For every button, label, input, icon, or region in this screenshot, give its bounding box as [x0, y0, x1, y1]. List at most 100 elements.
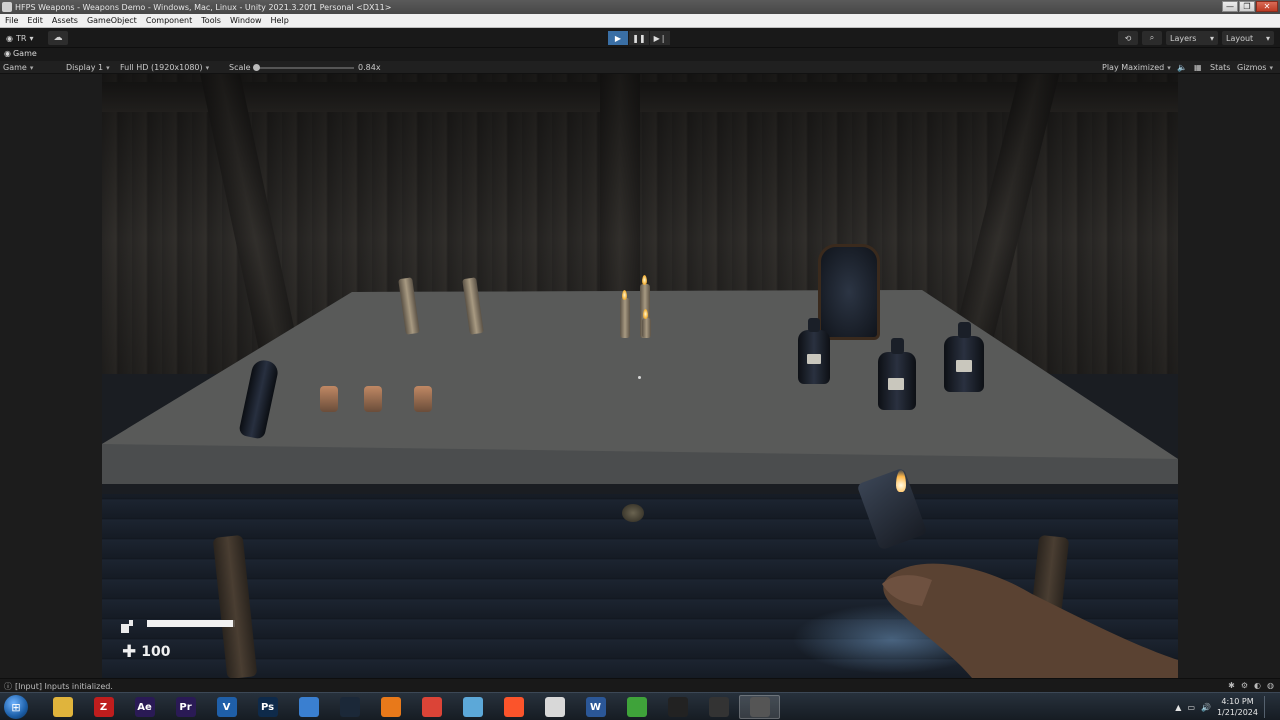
taskbar-application-2[interactable]: [534, 695, 575, 719]
status-icons: ✱ ⚙ ◐ ◍: [1228, 681, 1274, 690]
network-icon[interactable]: ▭: [1187, 703, 1195, 712]
audio-mute-icon[interactable]: 🔈: [1177, 63, 1187, 72]
windows-taskbar: ⊞ Z Ae Pr V Ps W ▲ ▭ 🔊 4:10 PM 1/21/2024: [0, 692, 1280, 720]
menu-help[interactable]: Help: [266, 16, 293, 25]
chevron-down-icon: ▾: [1209, 33, 1214, 43]
taskbar-file-explorer[interactable]: [42, 695, 83, 719]
candle-lit-3[interactable]: [642, 318, 651, 338]
bottle-label: [956, 360, 972, 372]
taskbar-unity[interactable]: [698, 695, 739, 719]
maximize-button[interactable]: ❐: [1239, 1, 1255, 12]
game-icon: ◉: [4, 49, 11, 58]
taskbar-after-effects[interactable]: Ae: [124, 695, 165, 719]
main-toolbar: ◉ TR ▾ ☁ ▶ ❚❚ ▶❘ ⟲ ⌕ Layers ▾ Layout ▾: [0, 28, 1280, 48]
play-button[interactable]: ▶: [608, 31, 628, 45]
crosshair: [638, 376, 641, 379]
lighting-icon[interactable]: ◐: [1254, 681, 1261, 690]
after-effects-icon: Ae: [134, 697, 155, 717]
taskbar-utorrent[interactable]: [616, 695, 657, 719]
bottle-1[interactable]: [798, 330, 830, 384]
search-button[interactable]: ⌕: [1142, 31, 1162, 45]
playback-controls: ▶ ❚❚ ▶❘: [608, 31, 670, 45]
candle-flame: [642, 275, 647, 285]
layout-label: Layout: [1226, 33, 1254, 43]
menu-window[interactable]: Window: [225, 16, 266, 25]
resolution-dropdown[interactable]: Full HD (1920x1080): [120, 63, 209, 72]
cork-2[interactable]: [364, 386, 382, 412]
taskbar-notes[interactable]: [452, 695, 493, 719]
minimize-button[interactable]: —: [1222, 1, 1238, 12]
taskbar-filezilla[interactable]: Z: [83, 695, 124, 719]
chevron-down-icon: ▾: [29, 33, 34, 43]
scale-value: 0.84x: [358, 63, 381, 72]
close-button[interactable]: ✕: [1256, 1, 1278, 12]
taskbar-chrome[interactable]: [411, 695, 452, 719]
pause-button[interactable]: ❚❚: [629, 31, 649, 45]
menu-bar: File Edit Assets GameObject Component To…: [0, 14, 1280, 28]
notes-icon: [462, 697, 483, 717]
brave-icon: [503, 697, 524, 717]
taskbar-premiere-pro[interactable]: Pr: [165, 695, 206, 719]
bottle-neck: [891, 338, 904, 354]
cork-1[interactable]: [320, 386, 338, 412]
game-view-toolbar: Game Display 1 Full HD (1920x1080) Scale…: [0, 61, 1280, 74]
layers-dropdown[interactable]: Layers ▾: [1166, 31, 1218, 45]
clock-time: 4:10 PM: [1221, 697, 1254, 706]
cloud-icon: ☁: [53, 33, 63, 43]
visual-studio-icon: V: [216, 697, 237, 717]
volume-icon[interactable]: 🔊: [1201, 703, 1211, 712]
cloud-button[interactable]: ☁: [48, 31, 68, 45]
bottle-3[interactable]: [944, 336, 984, 392]
step-button[interactable]: ▶❘: [650, 31, 670, 45]
show-desktop-button[interactable]: [1264, 696, 1272, 718]
show-hidden-icons-icon[interactable]: ▲: [1175, 703, 1181, 712]
start-button[interactable]: ⊞: [4, 695, 28, 719]
taskbar-steam[interactable]: [329, 695, 370, 719]
display-dropdown[interactable]: Display 1: [66, 63, 110, 72]
status-message[interactable]: ⓘ [Input] Inputs initialized.: [4, 681, 113, 692]
taskbar-unity-editor[interactable]: [739, 695, 780, 719]
menu-component[interactable]: Component: [141, 16, 196, 25]
system-tray: ▲ ▭ 🔊 4:10 PM 1/21/2024: [1175, 696, 1272, 718]
cork-3[interactable]: [414, 386, 432, 412]
menu-tools[interactable]: Tools: [196, 16, 225, 25]
progress-icon[interactable]: ⚙: [1241, 681, 1248, 690]
scale-slider-handle[interactable]: [253, 64, 260, 71]
menu-file[interactable]: File: [0, 16, 22, 25]
taskbar-photoshop[interactable]: Ps: [247, 695, 288, 719]
clock[interactable]: 4:10 PM 1/21/2024: [1217, 696, 1258, 718]
game-viewport[interactable]: ✚ 100: [0, 74, 1280, 678]
taskbar-application[interactable]: [288, 695, 329, 719]
scale-label: Scale: [229, 63, 251, 72]
history-button[interactable]: ⟲: [1118, 31, 1138, 45]
menu-gameobject[interactable]: GameObject: [82, 16, 141, 25]
menu-assets[interactable]: Assets: [47, 16, 82, 25]
tab-game[interactable]: ◉ Game: [4, 49, 37, 58]
grid-icon[interactable]: ▦: [1194, 63, 1202, 72]
bottle-label: [888, 378, 904, 390]
layout-dropdown[interactable]: Layout ▾: [1222, 31, 1274, 45]
search-icon: ⌕: [1149, 33, 1155, 42]
taskbar-visual-studio[interactable]: V: [206, 695, 247, 719]
stats-button[interactable]: Stats: [1210, 63, 1230, 72]
vlc-icon: [380, 697, 401, 717]
oil-lantern[interactable]: [818, 244, 880, 340]
taskbar-brave[interactable]: [493, 695, 534, 719]
taskbar-word[interactable]: W: [575, 695, 616, 719]
candle-lit-1[interactable]: [620, 298, 630, 338]
console-status-bar[interactable]: ⓘ [Input] Inputs initialized. ✱ ⚙ ◐ ◍: [0, 678, 1280, 692]
view-mode-dropdown[interactable]: Game: [3, 63, 59, 72]
taskbar-unity-hub[interactable]: [657, 695, 698, 719]
menu-edit[interactable]: Edit: [22, 16, 47, 25]
play-maximized-dropdown[interactable]: Play Maximized: [1102, 63, 1171, 72]
network-icon[interactable]: ◍: [1267, 681, 1274, 690]
game-scene[interactable]: ✚ 100: [102, 74, 1178, 678]
bottle-2[interactable]: [878, 352, 916, 410]
gizmos-dropdown[interactable]: Gizmos: [1237, 63, 1273, 72]
account-dropdown[interactable]: ◉ TR ▾: [6, 32, 33, 44]
taskbar-vlc[interactable]: [370, 695, 411, 719]
bottle-label: [807, 354, 821, 364]
bug-icon[interactable]: ✱: [1228, 681, 1235, 690]
premiere-pro-icon: Pr: [175, 697, 196, 717]
scale-slider-track[interactable]: [254, 67, 354, 69]
